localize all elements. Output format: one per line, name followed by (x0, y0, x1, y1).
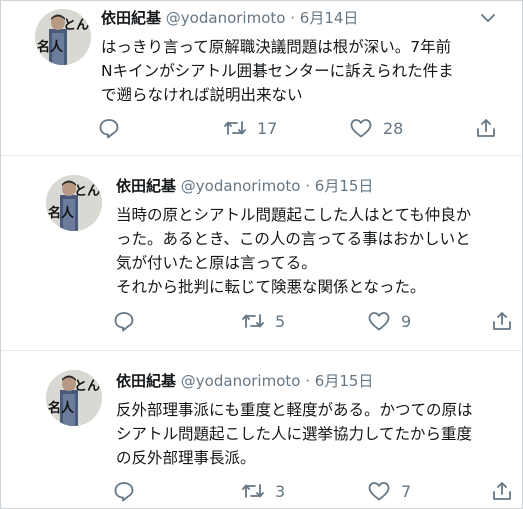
like-button[interactable]: 9 (367, 310, 411, 332)
avatar-kanji-top: とん (73, 184, 100, 199)
retweet-button[interactable]: 5 (241, 310, 285, 332)
avatar-kanji-bottom: 名人 (37, 40, 64, 55)
tweet-text-line: 当時の原とシアトル問題起こした人はとても仲良か (116, 206, 472, 224)
twitter-timeline: とん 名人 依田紀基 @yodanorimoto · 6月14日 はっきり言って… (0, 0, 523, 509)
like-button[interactable]: 28 (349, 117, 403, 139)
retweet-icon (242, 484, 264, 498)
retweet-count: 17 (257, 118, 278, 138)
share-button[interactable] (491, 310, 513, 332)
share-icon (477, 119, 495, 137)
author-name[interactable]: 依田紀基 (116, 177, 176, 195)
avatar-kanji-bottom: 名人 (48, 401, 75, 416)
avatar-kanji-bottom: 名人 (48, 206, 75, 221)
tweet-date[interactable]: 6月15日 (315, 177, 374, 195)
reply-button[interactable] (113, 480, 135, 502)
tweet-date[interactable]: 6月15日 (315, 372, 374, 390)
avatar[interactable]: とん 名人 (35, 9, 91, 65)
avatar-kanji-top: とん (62, 18, 89, 33)
avatar[interactable]: とん 名人 (46, 175, 102, 231)
tweet-text-line: Nキインがシアトル囲碁センターに訴えられた件ま (101, 62, 454, 80)
tweet-header: 依田紀基 @yodanorimoto · 6月15日 (116, 371, 373, 391)
tweet-text-line: で遡らなければ説明出来ない (101, 86, 303, 104)
chevron-down-icon[interactable] (481, 13, 495, 23)
share-button[interactable] (491, 480, 513, 502)
reply-icon (114, 482, 134, 502)
reply-icon (114, 312, 134, 332)
tweet-header: 依田紀基 @yodanorimoto · 6月14日 (101, 8, 358, 28)
tweet-actions: 17 28 (1, 117, 522, 139)
tweet-divider (1, 155, 522, 156)
heart-icon (368, 312, 390, 331)
author-handle[interactable]: @yodanorimoto (166, 9, 286, 27)
reply-button[interactable] (113, 310, 135, 332)
tweet[interactable]: とん 名人 依田紀基 @yodanorimoto · 6月14日 はっきり言って… (1, 1, 522, 153)
share-button[interactable] (475, 117, 497, 139)
author-name[interactable]: 依田紀基 (116, 372, 176, 390)
tweet-date[interactable]: 6月14日 (300, 9, 359, 27)
header-separator: · (305, 177, 310, 195)
tweet-text-line: それから批判に転じて険悪な関係となった。 (116, 278, 426, 296)
reply-button[interactable] (98, 117, 120, 139)
retweet-count: 5 (275, 311, 286, 331)
tweet-text-line: 気が付いたと原は言ってる。 (116, 254, 317, 272)
heart-icon (368, 482, 390, 501)
like-button[interactable]: 7 (367, 480, 411, 502)
tweet-text-line: 反外部理事派にも重度と軽度がある。かつての原は (116, 401, 473, 419)
share-icon (493, 312, 511, 330)
tweet-text-line: の反外部理事長派。 (116, 449, 256, 467)
author-name[interactable]: 依田紀基 (101, 9, 161, 27)
author-handle[interactable]: @yodanorimoto (181, 372, 301, 390)
tweet-text-line: はっきり言って原解職決議問題は根が深い。7年前 (101, 38, 452, 56)
tweet-actions: 5 9 (1, 310, 522, 332)
retweet-icon (242, 314, 264, 328)
avatar[interactable]: とん 名人 (46, 370, 102, 426)
author-handle[interactable]: @yodanorimoto (181, 177, 301, 195)
header-separator: · (290, 9, 295, 27)
retweet-count: 3 (275, 481, 286, 501)
avatar-kanji-top: とん (73, 379, 100, 394)
like-count: 7 (401, 481, 412, 501)
header-separator: · (305, 372, 310, 390)
tweet-text: 当時の原とシアトル問題起こした人はとても仲良か った。あるとき、この人の言ってる… (116, 203, 471, 299)
tweet[interactable]: とん 名人 依田紀基 @yodanorimoto · 6月15日 反外部理事派に… (1, 354, 522, 508)
retweet-button[interactable]: 17 (223, 117, 277, 139)
retweet-icon (224, 121, 246, 135)
like-count: 28 (383, 118, 404, 138)
retweet-button[interactable]: 3 (241, 480, 285, 502)
tweet-text: はっきり言って原解職決議問題は根が深い。7年前 Nキインがシアトル囲碁センターに… (101, 35, 454, 107)
reply-icon (99, 119, 119, 139)
heart-icon (350, 119, 372, 138)
tweet-header: 依田紀基 @yodanorimoto · 6月15日 (116, 176, 373, 196)
tweet-text-line: った。あるとき、この人の言ってる事はおかしいと (116, 230, 471, 248)
share-icon (493, 482, 511, 500)
tweet[interactable]: とん 名人 依田紀基 @yodanorimoto · 6月15日 当時の原とシア… (1, 161, 522, 347)
tweet-text: 反外部理事派にも重度と軽度がある。かつての原は シアトル問題起こした人に選挙協力… (116, 398, 473, 470)
like-count: 9 (401, 311, 412, 331)
tweet-divider (1, 350, 522, 351)
tweet-text-line: シアトル問題起こした人に選挙協力してたから重度 (116, 425, 473, 443)
tweet-actions: 3 7 (1, 480, 522, 502)
